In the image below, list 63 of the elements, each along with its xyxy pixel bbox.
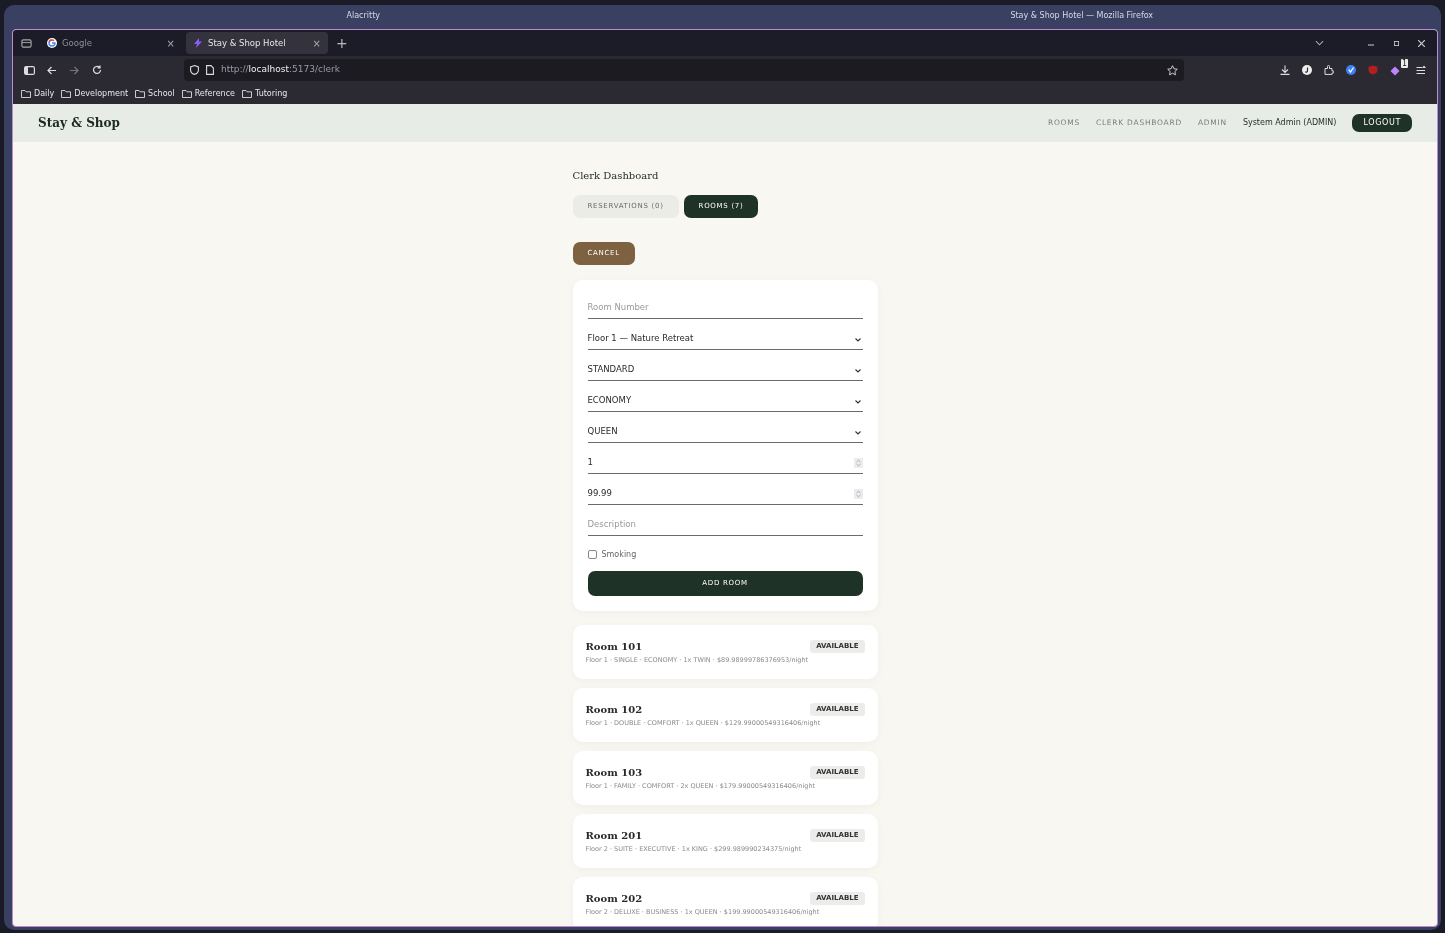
logout-button[interactable]: LOGOUT (1352, 114, 1412, 132)
close-icon[interactable] (1418, 39, 1425, 47)
bookmark-folder[interactable]: School (135, 88, 175, 100)
folder-icon (135, 90, 146, 98)
bookmark-folder[interactable]: Daily (21, 88, 55, 100)
chevron-down-icon (854, 337, 861, 342)
close-tab-button[interactable]: × (312, 35, 321, 51)
room-name: Room 101 (585, 639, 643, 654)
shield-icon (190, 65, 199, 75)
notification-badge: 1 (1400, 59, 1408, 68)
menu-icon[interactable] (1416, 65, 1427, 75)
tab-title: Google (62, 36, 93, 50)
bookmark-folder[interactable]: Tutoring (241, 88, 288, 100)
chevron-down-icon (854, 399, 861, 404)
forward-icon[interactable] (69, 65, 79, 75)
room-name: Room 201 (585, 828, 643, 843)
new-tab-button[interactable]: + (336, 32, 348, 54)
bookmark-star-icon[interactable] (1167, 64, 1178, 76)
sidebar-icon[interactable] (24, 65, 35, 75)
reload-icon[interactable] (92, 65, 102, 75)
extension-icon[interactable] (1346, 65, 1356, 75)
google-icon (47, 38, 57, 48)
window-title: Alacritty (346, 9, 380, 22)
chevron-down-icon (854, 430, 861, 435)
bookmark-folder[interactable]: Reference (181, 88, 235, 100)
close-tab-button[interactable]: × (166, 35, 175, 51)
select-field[interactable]: QUEEN (587, 411, 863, 443)
extension-icon[interactable] (1302, 65, 1312, 75)
folder-icon (181, 90, 192, 98)
puzzle-icon[interactable] (1324, 65, 1334, 75)
url-text: http://localhost:5173/clerk (221, 63, 340, 77)
back-icon[interactable] (47, 65, 57, 75)
bookmark-folder[interactable]: Development (61, 88, 129, 100)
select-field[interactable]: STANDARD (587, 349, 863, 381)
user-name: System Admin (ADMIN) (1242, 117, 1337, 129)
folder-icon (21, 90, 31, 98)
input-field[interactable]: Description (587, 504, 863, 536)
checkbox[interactable] (587, 550, 597, 560)
tab-title: Stay & Shop Hotel (208, 36, 287, 50)
bolt-icon (193, 38, 203, 48)
chevron-down-icon[interactable] (1315, 40, 1324, 46)
site-logo[interactable]: Stay & Shop (38, 114, 120, 132)
input-field[interactable]: Room Number (587, 287, 863, 319)
chevron-down-icon (854, 368, 861, 373)
address-bar[interactable]: http://localhost:5173/clerk (184, 59, 1184, 81)
page-icon (206, 65, 214, 75)
browser-tab[interactable]: Google × (40, 32, 182, 54)
select-field[interactable]: ECONOMY (587, 380, 863, 412)
browser-tab[interactable]: Stay & Shop Hotel × (186, 32, 328, 54)
checkbox-label: Smoking (601, 548, 637, 561)
select-field[interactable]: Floor 1 — Nature Retreat (587, 318, 863, 350)
room-name: Room 102 (585, 702, 643, 717)
room-name: Room 103 (585, 765, 643, 780)
folder-icon (241, 90, 252, 98)
input-field[interactable]: 1 (587, 442, 863, 474)
room-name: Room 202 (585, 891, 643, 906)
page-title: Clerk Dashboard (572, 169, 660, 183)
window-title: Stay & Shop Hotel — Mozilla Firefox (1010, 9, 1154, 22)
download-icon[interactable] (1280, 65, 1290, 75)
tab-list-icon[interactable] (21, 37, 32, 49)
input-field[interactable]: 99.99 (587, 473, 863, 505)
folder-icon (61, 90, 72, 98)
maximize-icon[interactable] (1394, 40, 1399, 46)
